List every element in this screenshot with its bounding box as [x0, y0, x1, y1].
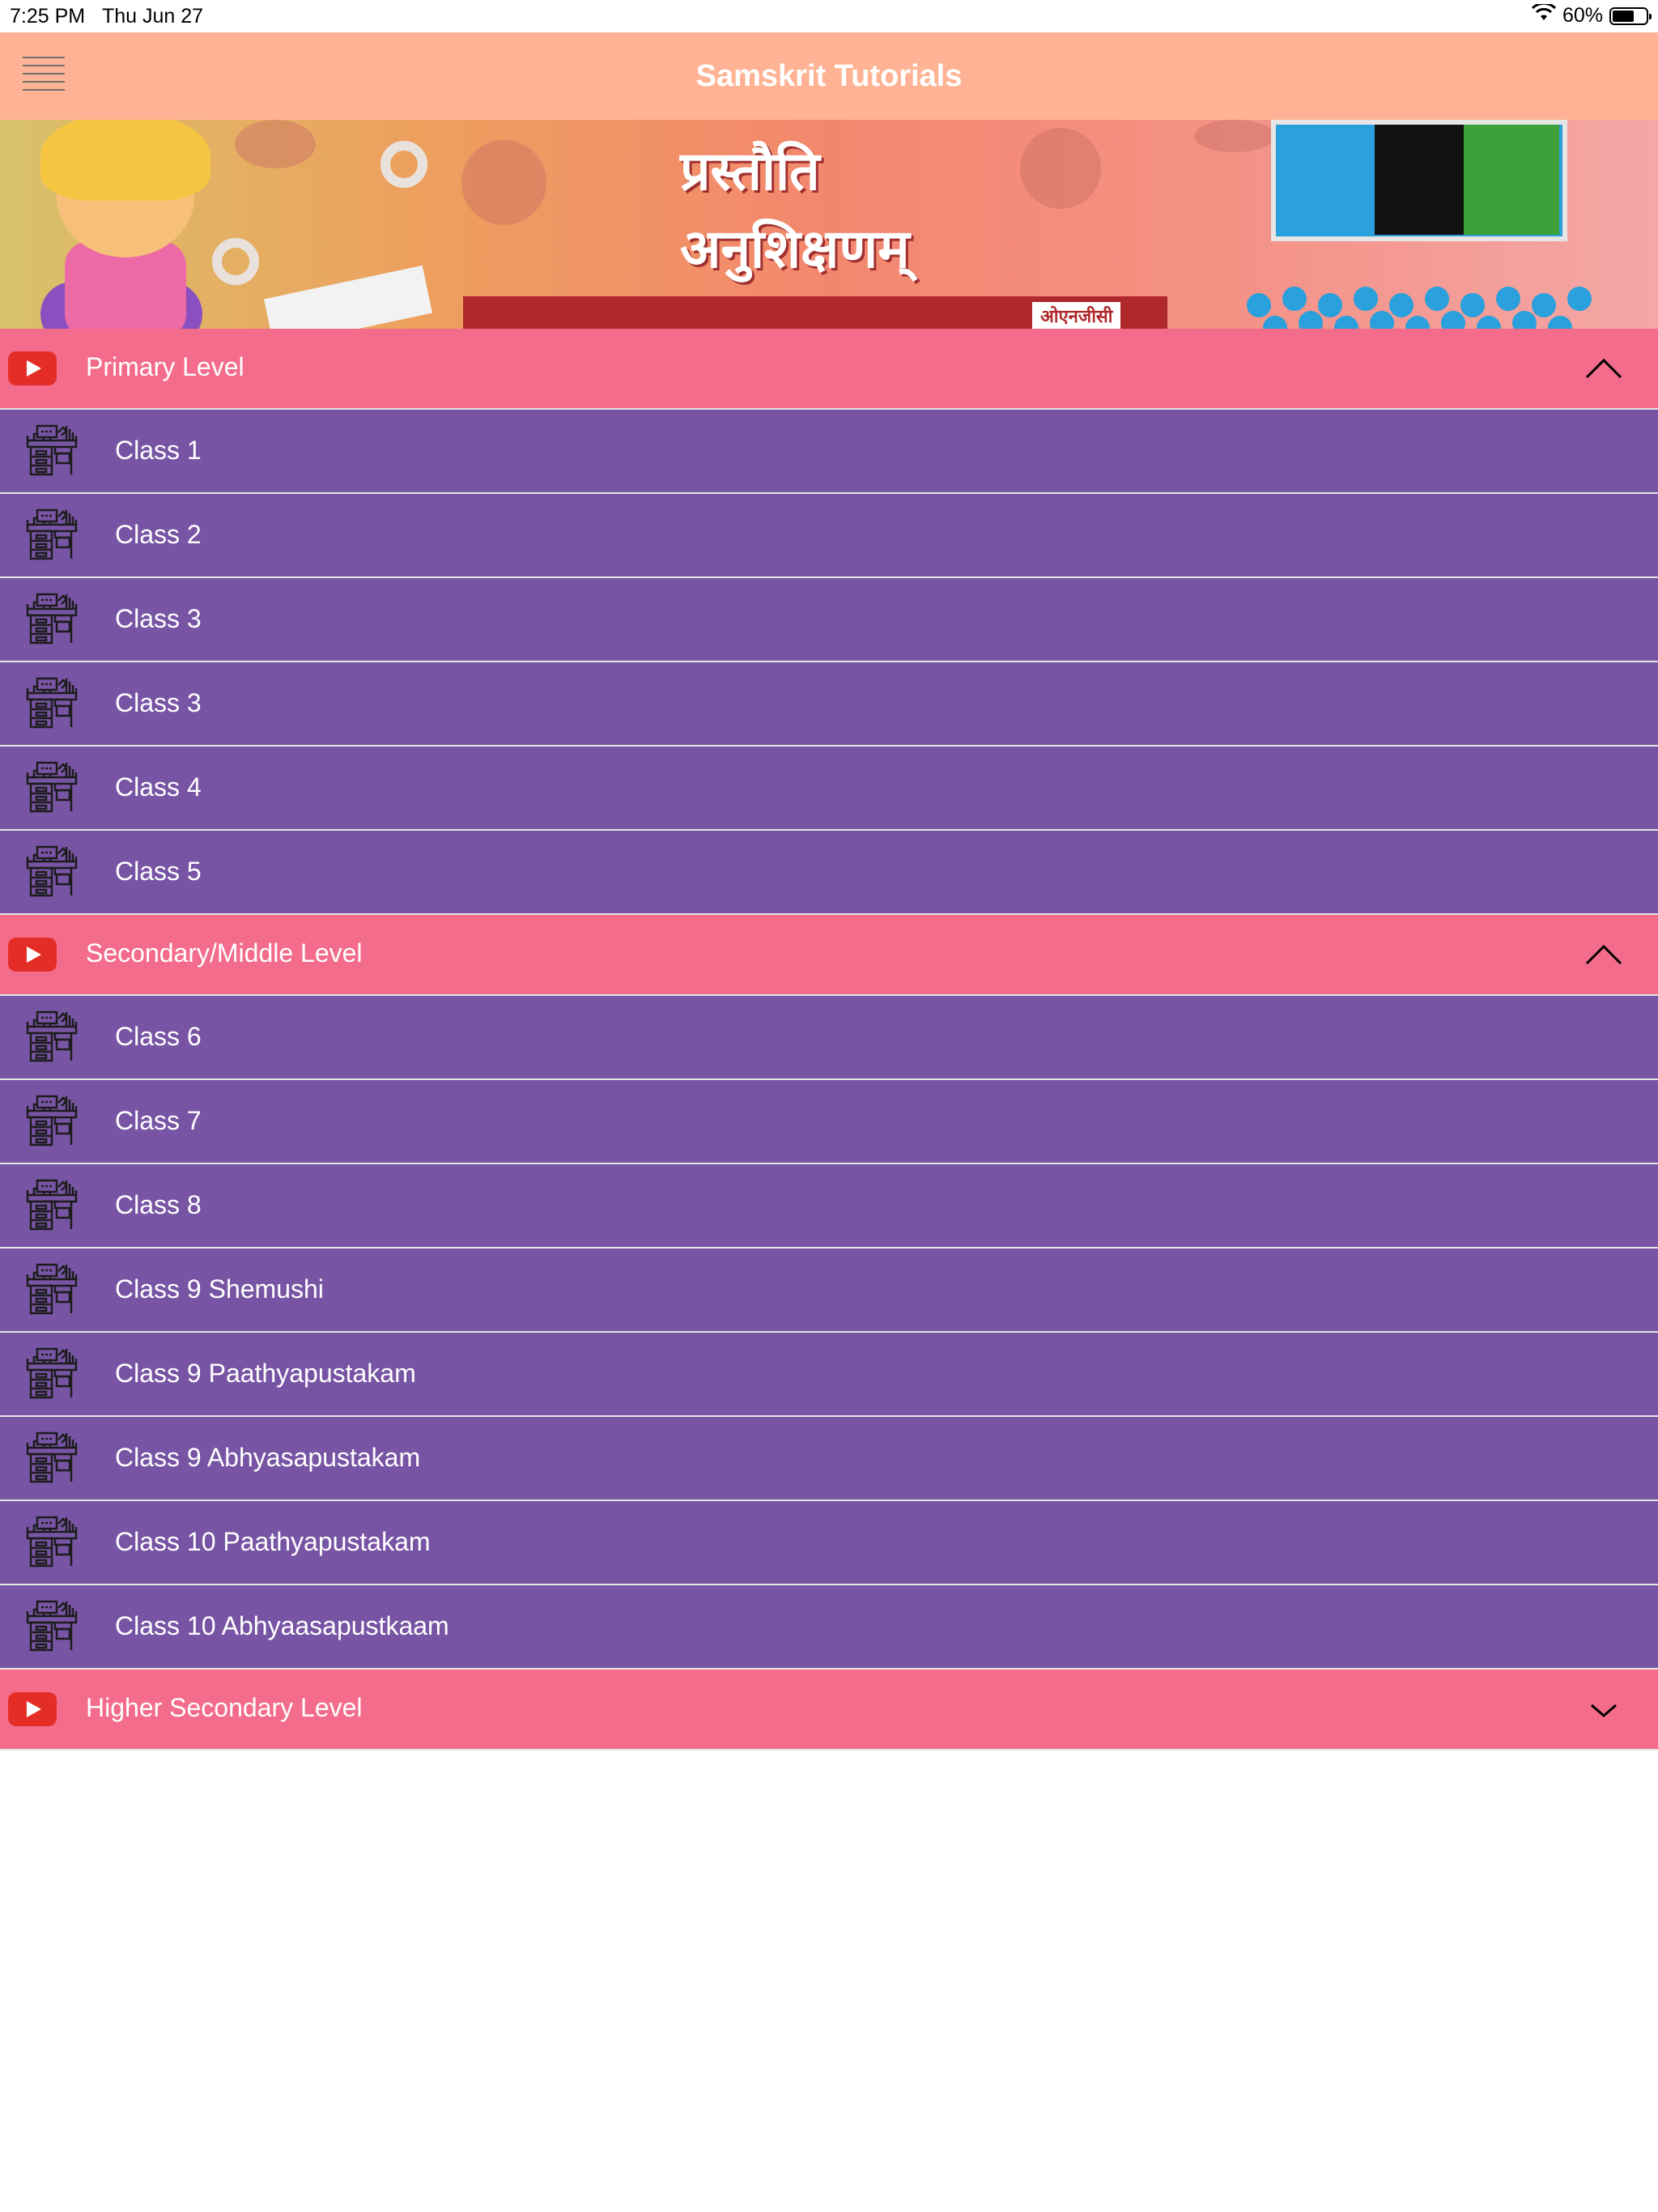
list-item[interactable]: Class 5: [0, 831, 1658, 915]
list-item-label: Class 9 Paathyapustakam: [115, 1359, 416, 1388]
list-item[interactable]: Class 1: [0, 410, 1658, 494]
list-item[interactable]: Class 10 Paathyapustakam: [0, 1501, 1658, 1585]
classroom-desk-icon: [26, 1600, 78, 1653]
classroom-desk-icon: [26, 593, 78, 646]
list-item[interactable]: Class 4: [0, 747, 1658, 831]
battery-percent: 60%: [1562, 4, 1603, 27]
classroom-desk-icon: [26, 1010, 78, 1064]
list-item[interactable]: Class 10 Abhyaasapustkaam: [0, 1585, 1658, 1670]
list-item-label: Class 10 Abhyaasapustkaam: [115, 1611, 449, 1640]
list-item[interactable]: Class 9 Abhyasapustakam: [0, 1417, 1658, 1501]
classroom-desk-icon: [26, 845, 78, 899]
list-item-label: Class 9 Abhyasapustakam: [115, 1443, 421, 1472]
banner-badge: ओएनजीसी: [1030, 300, 1124, 329]
list-item[interactable]: Class 7: [0, 1080, 1658, 1164]
list-item-label: Class 10 Paathyapustakam: [115, 1527, 431, 1556]
classroom-desk-icon: [26, 1095, 78, 1148]
list-item-label: Class 8: [115, 1190, 202, 1219]
classroom-desk-icon: [26, 761, 78, 815]
classroom-desk-icon: [26, 1516, 78, 1569]
youtube-play-icon: [8, 1692, 57, 1726]
classroom-desk-icon: [26, 1347, 78, 1401]
list-item[interactable]: Class 8: [0, 1164, 1658, 1249]
section-label: Higher Secondary Level: [86, 1693, 363, 1722]
youtube-play-icon: [8, 938, 57, 972]
list-item-label: Class 3: [115, 604, 202, 633]
section-header[interactable]: Higher Secondary Level: [0, 1670, 1658, 1750]
banner-title-line2: अनुशिक्षणम्: [680, 218, 910, 280]
battery-icon: [1609, 6, 1652, 25]
list-item-label: Class 9 Shemushi: [115, 1274, 324, 1304]
list-item-label: Class 3: [115, 688, 202, 717]
banner-title-line1: प्रस्तौति: [680, 140, 820, 202]
list-item-label: Class 6: [115, 1022, 202, 1051]
classroom-desk-icon: [26, 508, 78, 562]
classroom-board-illustration: [1271, 120, 1567, 241]
navigation-bar: Samskrit Tutorials: [0, 32, 1658, 120]
app-title: Samskrit Tutorials: [695, 59, 963, 93]
wifi-icon: [1531, 2, 1557, 28]
list-item[interactable]: Class 9 Shemushi: [0, 1249, 1658, 1333]
list-item[interactable]: Class 9 Paathyapustakam: [0, 1333, 1658, 1417]
list-item-label: Class 4: [115, 772, 202, 802]
status-bar: 7:25 PM Thu Jun 27 60%: [0, 0, 1658, 32]
classroom-desk-icon: [26, 677, 78, 730]
status-date: Thu Jun 27: [102, 5, 204, 28]
chevron-down-icon[interactable]: [1584, 1689, 1624, 1729]
list-item[interactable]: Class 3: [0, 662, 1658, 747]
level-list: Primary Level Class 1 Class 2 Class 3 Class …: [0, 329, 1658, 1750]
list-item[interactable]: Class 2: [0, 494, 1658, 578]
audience-illustration: [1247, 287, 1619, 329]
section-label: Secondary/Middle Level: [86, 938, 363, 968]
chevron-up-icon[interactable]: [1584, 348, 1624, 389]
list-item-label: Class 2: [115, 520, 202, 549]
classroom-desk-icon: [26, 1263, 78, 1317]
list-item-label: Class 5: [115, 857, 202, 886]
classroom-desk-icon: [26, 424, 78, 478]
section-header[interactable]: Secondary/Middle Level: [0, 915, 1658, 996]
status-right: 60%: [1531, 2, 1652, 28]
classroom-desk-icon: [26, 1431, 78, 1485]
section-label: Primary Level: [86, 352, 244, 381]
book-illustration: [263, 265, 433, 329]
classroom-desk-icon: [26, 1179, 78, 1232]
status-time: 7:25 PM: [10, 5, 86, 28]
youtube-play-icon: [8, 351, 57, 385]
section-header[interactable]: Primary Level: [0, 329, 1658, 410]
list-item-label: Class 7: [115, 1106, 202, 1135]
list-item[interactable]: Class 6: [0, 996, 1658, 1080]
chevron-up-icon[interactable]: [1584, 934, 1624, 975]
promo-banner: प्रस्तौति अनुशिक्षणम् ओएनजीसी: [0, 120, 1658, 329]
list-item[interactable]: Class 3: [0, 578, 1658, 662]
list-item-label: Class 1: [115, 436, 202, 465]
